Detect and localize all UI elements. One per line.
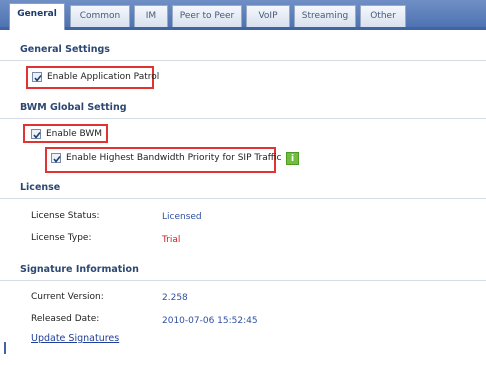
current-version-label: Current Version: (31, 292, 104, 302)
bwm-heading: BWM Global Setting (20, 102, 127, 113)
released-date-value: 2010-07-06 15:52:45 (162, 316, 258, 326)
general-settings-heading: General Settings (20, 44, 110, 55)
current-version-value: 2.258 (162, 293, 188, 303)
license-status-value: Licensed (162, 212, 202, 222)
enable-bwm-checkbox[interactable] (31, 129, 41, 139)
tab-voip[interactable]: VoIP (246, 5, 290, 27)
tab-general[interactable]: General (9, 3, 65, 30)
enable-app-patrol-label: Enable Application Patrol (47, 72, 160, 82)
tab-other[interactable]: Other (360, 5, 406, 27)
license-heading: License (20, 182, 61, 193)
license-section: License (0, 180, 486, 199)
license-type-value: Trial (162, 235, 181, 245)
tab-bar-underline (0, 27, 486, 30)
tab-streaming[interactable]: Streaming (294, 5, 356, 27)
license-type-label: License Type: (31, 233, 92, 243)
license-status-label: License Status: (31, 211, 100, 221)
enable-bwm-label: Enable BWM (46, 129, 103, 139)
enable-sip-priority-label: Enable Highest Bandwidth Priority for SI… (66, 153, 282, 163)
tab-im[interactable]: IM (134, 5, 168, 27)
info-icon[interactable]: i (286, 152, 299, 165)
bwm-section: BWM Global Setting (0, 100, 486, 119)
released-date-label: Released Date: (31, 314, 100, 324)
tab-common[interactable]: Common (70, 5, 130, 27)
enable-app-patrol-checkbox[interactable] (32, 72, 42, 82)
tab-peer-to-peer[interactable]: Peer to Peer (172, 5, 242, 27)
checkmark-icon (33, 132, 41, 139)
signature-section: Signature Information (0, 262, 486, 281)
checkmark-icon (34, 75, 42, 82)
update-signatures-link[interactable]: Update Signatures (31, 333, 119, 344)
signature-heading: Signature Information (20, 264, 139, 275)
link-marker (4, 342, 6, 354)
checkmark-icon (53, 156, 61, 163)
general-settings-section: General Settings (0, 42, 486, 61)
enable-sip-priority-checkbox[interactable] (51, 153, 61, 163)
